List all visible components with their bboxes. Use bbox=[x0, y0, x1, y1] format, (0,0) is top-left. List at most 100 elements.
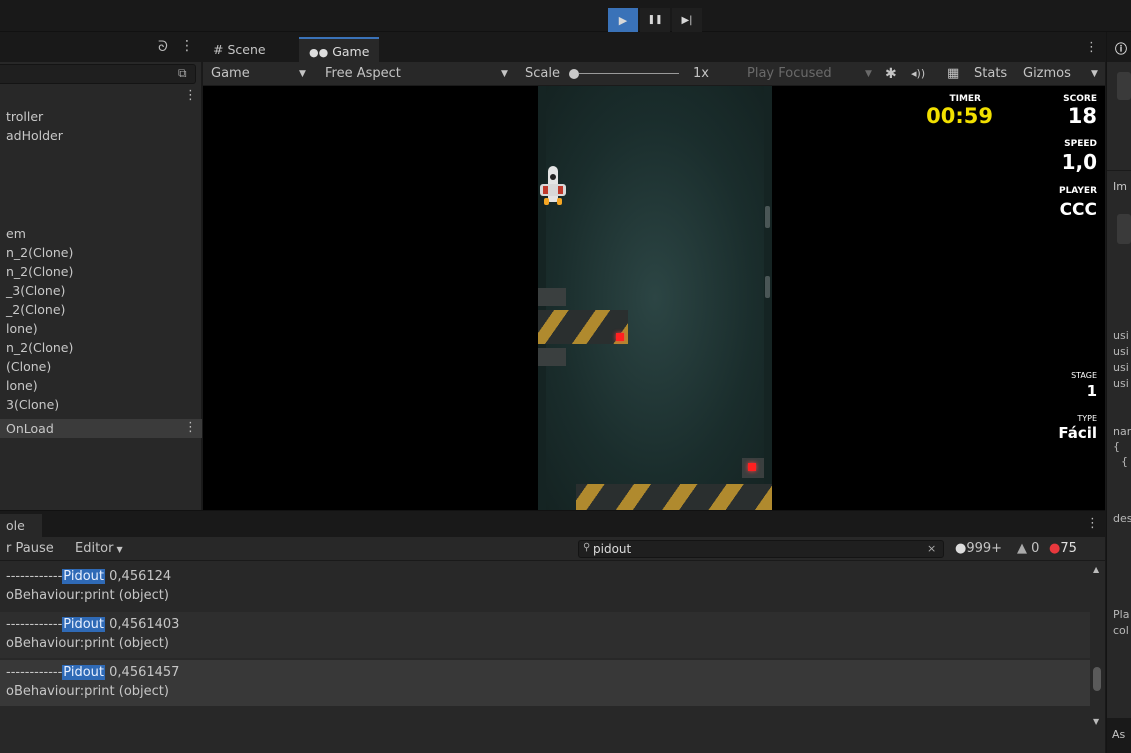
stats-button[interactable]: Stats bbox=[974, 62, 1007, 86]
game-panel: # Scene ●● Game ⋮ Game ▼ Free Aspect ▼ Sca… bbox=[203, 32, 1105, 510]
code-line: usi bbox=[1113, 329, 1129, 342]
timer-value: 00:59 bbox=[926, 104, 993, 128]
step-icon: ▶| bbox=[681, 14, 693, 26]
red-light bbox=[748, 463, 756, 471]
hierarchy-item[interactable]: n_2(Clone) bbox=[0, 338, 202, 357]
console-toolbar: r Pause Editor ▼ ⚲ pidout × ●999+ ▲ 0 ●75 bbox=[0, 537, 1105, 561]
kebab-menu-icon[interactable]: ⋮ bbox=[1086, 516, 1099, 531]
scale-slider[interactable]: Scale 1x bbox=[525, 62, 709, 86]
kebab-menu-icon[interactable]: ⋮ bbox=[180, 38, 194, 54]
gizmos-dropdown[interactable]: Gizmos ▼ bbox=[1023, 62, 1098, 86]
info-count-toggle[interactable]: ●999+ bbox=[955, 537, 1002, 561]
hierarchy-item[interactable]: lone) bbox=[0, 319, 202, 338]
item-menu-icon[interactable]: ⋮ bbox=[184, 420, 197, 435]
warning-icon: ▲ bbox=[1017, 541, 1027, 556]
desc-line: des bbox=[1113, 512, 1131, 525]
hierarchy-item-dontdestroyonload[interactable]: OnLoad bbox=[0, 419, 202, 438]
grid-icon: # bbox=[213, 42, 224, 57]
kebab-menu-icon[interactable]: ⋮ bbox=[1085, 40, 1098, 55]
audio-icon[interactable]: ◂)) bbox=[911, 62, 925, 86]
play-mode-dropdown[interactable]: Play Focused ▼ bbox=[747, 62, 872, 86]
hierarchy-item[interactable]: (Clone) bbox=[0, 357, 202, 376]
keyboard-icon[interactable]: ▦ bbox=[947, 62, 959, 86]
log-dashes: ------------ bbox=[6, 665, 63, 680]
inspector-button[interactable] bbox=[1117, 214, 1131, 244]
chevron-down-icon: ▼ bbox=[116, 545, 123, 554]
scale-value: 1x bbox=[693, 66, 709, 81]
warning-count-toggle[interactable]: ▲ 0 bbox=[1017, 537, 1039, 561]
search-filter-icon[interactable]: ⧉ bbox=[178, 66, 187, 81]
code-line: { bbox=[1121, 455, 1128, 468]
log-dashes: ------------ bbox=[6, 569, 63, 584]
play-icon: ▶ bbox=[618, 13, 628, 27]
speed-label: SPEED bbox=[1064, 139, 1097, 149]
tab-scene-label: Scene bbox=[227, 42, 266, 57]
speed-value: 1,0 bbox=[1061, 150, 1097, 174]
hierarchy-item[interactable]: 3(Clone) bbox=[0, 395, 202, 414]
log-entry[interactable]: ------------Pidout 0,4561403 oBehaviour:… bbox=[0, 612, 1090, 658]
error-pause-toggle[interactable]: r Pause bbox=[6, 537, 54, 561]
assets-tab[interactable]: As bbox=[1112, 728, 1125, 741]
hierarchy-tab-bar: ᘐ ⋮ bbox=[0, 32, 202, 62]
player-ship bbox=[540, 166, 566, 216]
tab-console[interactable]: ole bbox=[0, 514, 42, 537]
log-entry[interactable]: ------------Pidout 0,4561457 oBehaviour:… bbox=[0, 660, 1090, 706]
scrollbar-thumb[interactable] bbox=[1093, 667, 1101, 691]
hierarchy-item[interactable]: n_2(Clone) bbox=[0, 262, 202, 281]
step-button[interactable]: ▶| bbox=[672, 8, 702, 32]
console-scrollbar[interactable]: ▲ ▼ bbox=[1090, 563, 1104, 728]
gizmos-label: Gizmos bbox=[1023, 66, 1071, 81]
tab-game[interactable]: ●● Game bbox=[299, 37, 380, 62]
code-line: nar bbox=[1113, 425, 1131, 438]
editor-dropdown[interactable]: Editor ▼ bbox=[75, 537, 123, 561]
hierarchy-item[interactable]: n_2(Clone) bbox=[0, 243, 202, 262]
scale-label: Scale bbox=[525, 66, 560, 81]
scene-menu-icon[interactable]: ⋮ bbox=[184, 88, 197, 103]
scroll-down-icon[interactable]: ▼ bbox=[1093, 717, 1099, 726]
error-count-toggle[interactable]: ●75 bbox=[1049, 537, 1077, 561]
lock-icon[interactable]: ᘐ bbox=[158, 39, 168, 55]
slider-track bbox=[579, 73, 679, 74]
log-entry[interactable]: ------------Pidout 0,456124 oBehaviour:p… bbox=[0, 564, 1090, 610]
play-button[interactable]: ▶ bbox=[608, 8, 638, 32]
hazard-barrier bbox=[576, 484, 772, 510]
log-value: 0,4561403 bbox=[105, 617, 180, 632]
error-icon: ● bbox=[1049, 541, 1061, 556]
chevron-down-icon: ▼ bbox=[299, 69, 306, 79]
info-icon[interactable]: ⓘ bbox=[1115, 40, 1127, 57]
clear-search-icon[interactable]: × bbox=[927, 542, 936, 555]
console-panel: ole ⋮ r Pause Editor ▼ ⚲ pidout × ●999+ ▲… bbox=[0, 510, 1105, 753]
timer-label: TIMER bbox=[949, 94, 981, 104]
tab-game-label: Game bbox=[332, 44, 370, 59]
pause-button[interactable]: ❚❚ bbox=[640, 8, 670, 32]
stage-label: STAGE bbox=[1071, 371, 1097, 380]
console-search-input[interactable]: ⚲ pidout × bbox=[578, 540, 944, 558]
slider-handle[interactable] bbox=[569, 69, 579, 79]
code-line: Pla bbox=[1113, 608, 1130, 621]
wall-bolt bbox=[765, 276, 770, 298]
bug-icon[interactable]: ✱ bbox=[885, 62, 897, 86]
info-count: 999+ bbox=[966, 541, 1003, 556]
hierarchy-item[interactable]: lone) bbox=[0, 376, 202, 395]
game-viewport[interactable] bbox=[538, 86, 772, 510]
tab-scene[interactable]: # Scene bbox=[203, 37, 276, 62]
hierarchy-search-input[interactable]: ⧉ bbox=[0, 64, 196, 84]
hierarchy-item[interactable]: _3(Clone) bbox=[0, 281, 202, 300]
red-light bbox=[616, 333, 624, 341]
hierarchy-item[interactable]: adHolder bbox=[0, 126, 202, 145]
warning-count: 0 bbox=[1031, 541, 1040, 556]
inspector-button[interactable] bbox=[1117, 72, 1131, 100]
hierarchy-item[interactable]: troller bbox=[0, 107, 202, 126]
hierarchy-item[interactable]: em bbox=[0, 224, 202, 243]
display-label: Game bbox=[211, 66, 250, 81]
scroll-up-icon[interactable]: ▲ bbox=[1093, 565, 1099, 574]
aspect-dropdown[interactable]: Free Aspect ▼ bbox=[325, 62, 508, 86]
log-trace: oBehaviour:print (object) bbox=[6, 636, 169, 651]
code-line: usi bbox=[1113, 345, 1129, 358]
hierarchy-item[interactable]: _2(Clone) bbox=[0, 300, 202, 319]
display-dropdown[interactable]: Game ▼ bbox=[211, 62, 306, 86]
stats-label: Stats bbox=[974, 66, 1008, 81]
score-label: SCORE bbox=[1063, 94, 1097, 104]
code-line: { bbox=[1113, 440, 1120, 453]
player-value: CCC bbox=[1059, 200, 1097, 220]
